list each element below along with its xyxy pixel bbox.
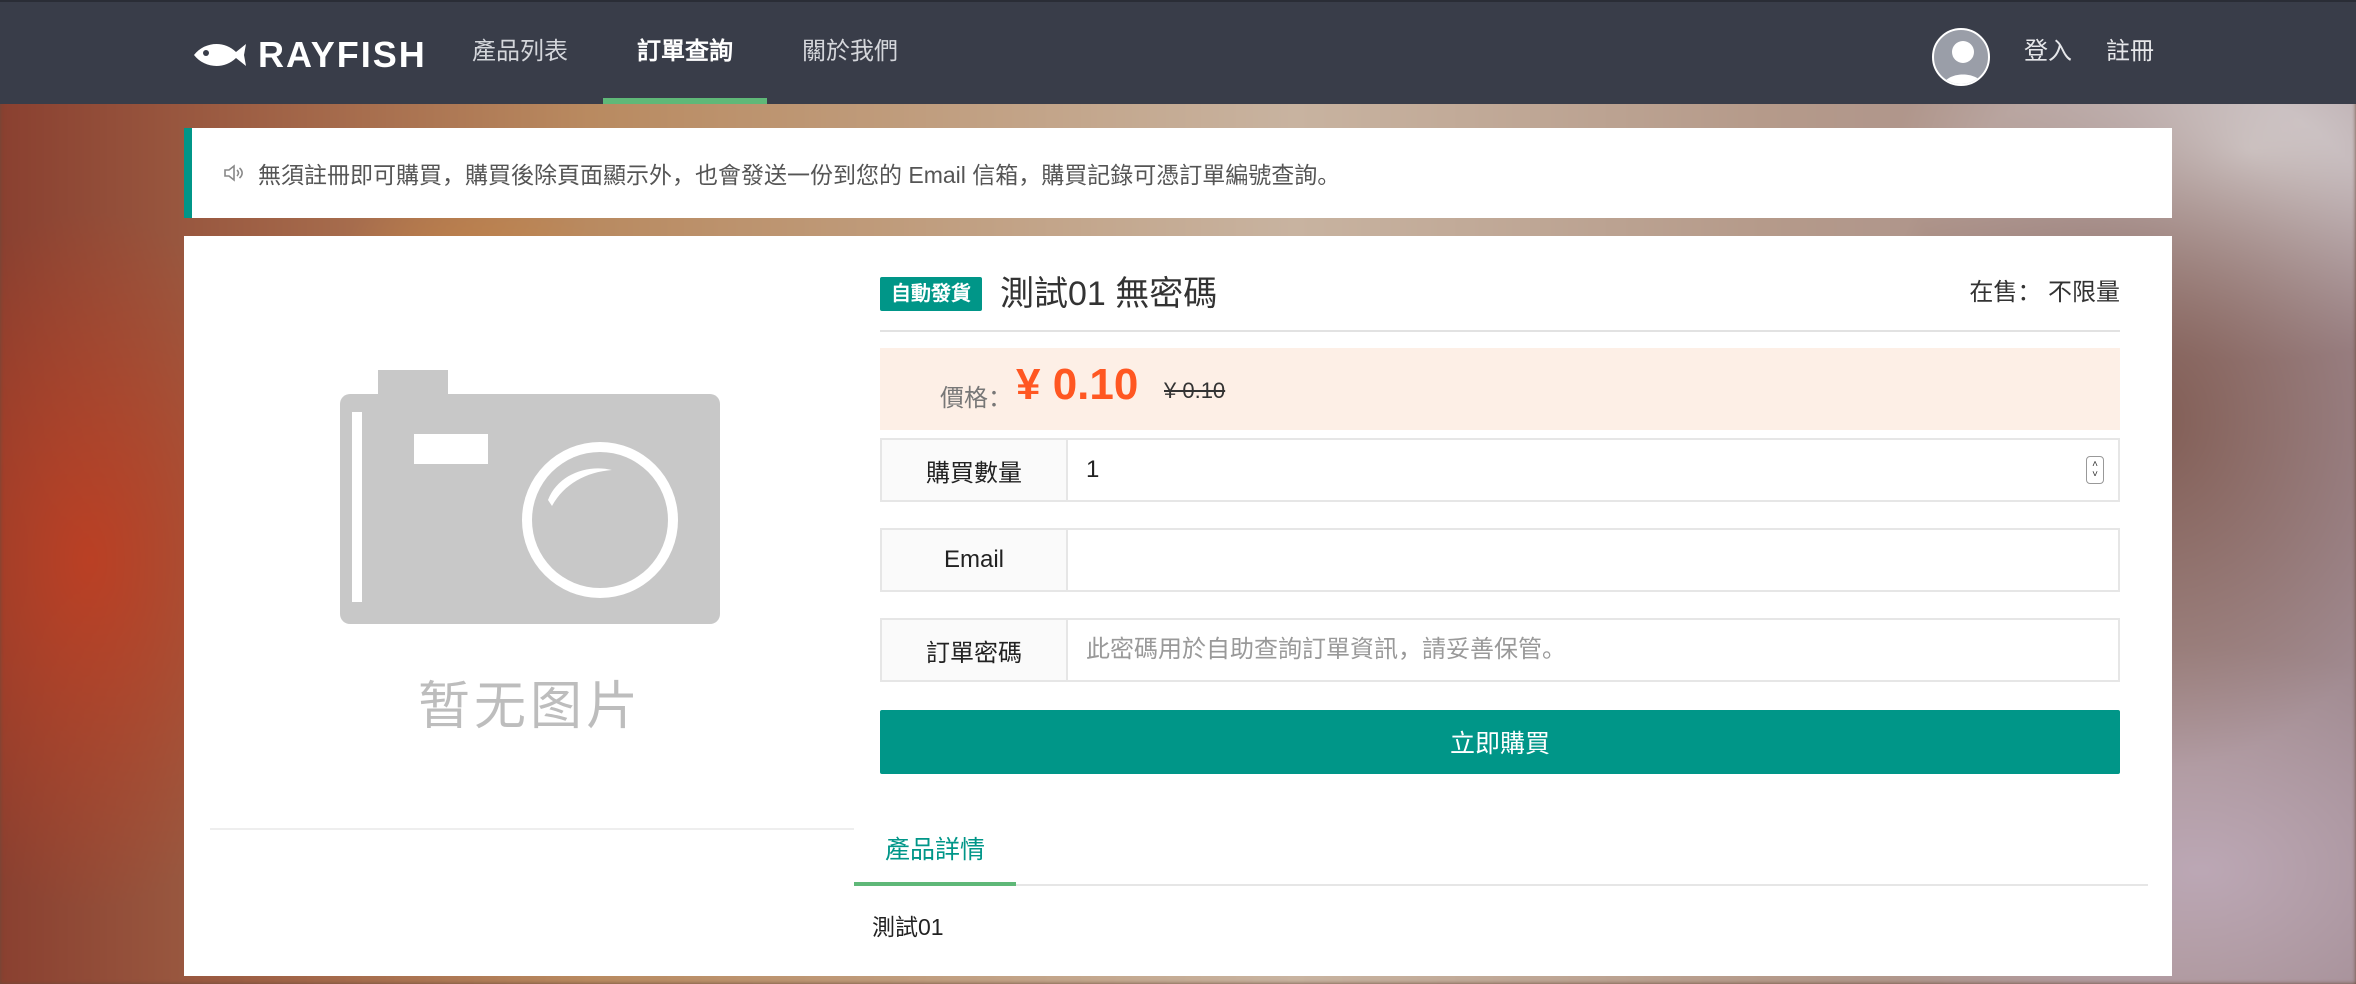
email-field[interactable] [1068, 530, 2118, 590]
register-link[interactable]: 註冊 [2102, 2, 2158, 106]
nav-item-products[interactable]: 產品列表 [470, 2, 570, 106]
notice-banner: 無須註冊即可購買，購買後除頁面顯示外，也會發送一份到您的 Email 信箱，購買… [184, 128, 2172, 218]
speaker-icon [224, 164, 243, 182]
price-box: 價格： ¥ 0.10 ¥ 0.10 [880, 348, 2120, 430]
nav-active-indicator [603, 98, 767, 104]
product-detail-content: 測試01 [872, 914, 944, 940]
quantity-stepper[interactable]: ˄ ˅ [2086, 456, 2104, 484]
auto-delivery-badge: 自動發貨 [880, 277, 982, 311]
quantity-row: 購買數量 ˄ ˅ [880, 438, 2120, 502]
chevron-down-icon[interactable]: ˅ [2092, 470, 2098, 480]
tab-bar-divider [854, 884, 2148, 886]
nav-item-about[interactable]: 關於我們 [800, 2, 900, 106]
notice-text: 無須註冊即可購買，購買後除頁面顯示外，也會發送一份到您的 Email 信箱，購買… [258, 162, 1341, 188]
quantity-label: 購買數量 [882, 440, 1068, 500]
tab-product-details[interactable]: 產品詳情 [854, 826, 1016, 886]
product-image-placeholder: 暂无图片 [330, 364, 730, 740]
nav-item-label: 訂單查詢 [637, 38, 733, 65]
order-password-label: 訂單密碼 [882, 620, 1068, 680]
user-avatar-icon[interactable] [1932, 28, 1990, 86]
stock-value: 不限量 [2048, 279, 2120, 306]
image-placeholder-text: 暂无图片 [417, 678, 642, 736]
brand-name: RAYFISH [258, 34, 427, 75]
order-password-field[interactable] [1068, 620, 2118, 680]
original-price: ¥ 0.10 [1164, 378, 1226, 403]
nav-item-label: 關於我們 [802, 38, 898, 65]
top-navbar: RAYFISH 產品列表 訂單查詢 關於我們 登入 註冊 [0, 0, 2356, 104]
price-label: 價格： [940, 385, 1012, 412]
register-label: 註冊 [2106, 38, 2154, 65]
email-row: Email [880, 528, 2120, 592]
nav-item-order-query[interactable]: 訂單查詢 [603, 2, 767, 106]
email-label: Email [882, 530, 1068, 590]
current-price: ¥ 0.10 [1016, 360, 1139, 409]
nav-item-label: 產品列表 [472, 38, 568, 65]
stock-label: 在售： [1969, 279, 2042, 306]
buy-now-button[interactable]: 立即購買 [880, 710, 2120, 774]
login-link[interactable]: 登入 [2020, 2, 2076, 106]
left-divider [210, 828, 854, 830]
quantity-input[interactable] [1068, 440, 2118, 500]
login-label: 登入 [2024, 38, 2072, 65]
stock-info: 在售： 不限量 [1969, 272, 2120, 307]
fish-icon [194, 44, 246, 66]
brand-logo[interactable]: RAYFISH [192, 32, 427, 78]
title-divider [880, 330, 2120, 332]
product-title: 測試01 無密碼 [1000, 275, 1218, 313]
password-row: 訂單密碼 [880, 618, 2120, 682]
